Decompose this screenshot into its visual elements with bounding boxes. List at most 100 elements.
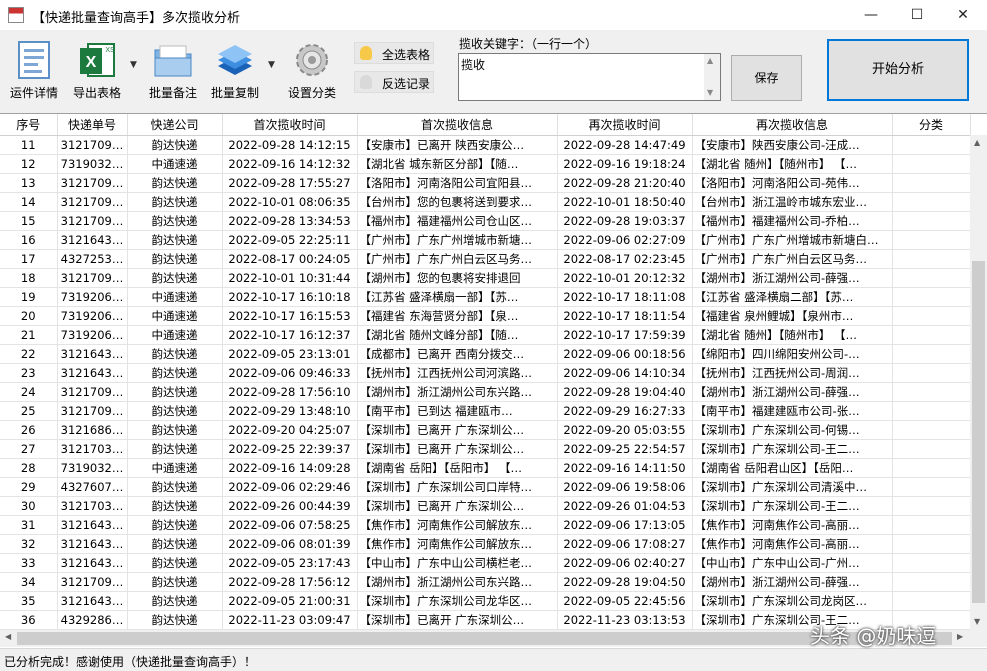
- scroll-corner: [970, 630, 987, 647]
- table-cell: 2022-10-01 08:06:35: [222, 192, 358, 212]
- remark-button[interactable]: 批量备注: [144, 38, 202, 104]
- table-cell: 35: [0, 591, 58, 611]
- table-cell: 【深圳市】已离开 广东深圳公…: [357, 496, 558, 516]
- title-bar: 【快递批量查询高手】多次揽收分析 — ☐ ✕: [0, 0, 987, 30]
- maximize-button[interactable]: ☐: [894, 0, 940, 30]
- scroll-down-icon[interactable]: ▼: [707, 88, 713, 97]
- table-cell: 【广州市】广东广州增城市新塘…: [357, 230, 558, 250]
- table-row[interactable]: 29 4327607… 韵达快递 2022-09-06 02:29:46 【深圳市】广东…: [0, 477, 971, 497]
- table-row[interactable]: 20 7319206… 中通速递 2022-10-17 16:15:53 【福建省 东海…: [0, 306, 971, 326]
- table-row[interactable]: 23 3121643… 韵达快递 2022-09-06 09:46:33 【抚州市】江西…: [0, 363, 971, 383]
- table-row[interactable]: 21 7319206… 中通速递 2022-10-17 16:12:37 【湖北省 随州…: [0, 325, 971, 345]
- category-label: 设置分类: [287, 86, 336, 100]
- table-row[interactable]: 25 3121709… 韵达快递 2022-09-29 13:48:10 【南平市】已到…: [0, 401, 971, 421]
- table-row[interactable]: 12 7319032… 中通速递 2022-09-16 14:12:32 【湖北省 城东…: [0, 154, 971, 174]
- export-button[interactable]: X XS 导出表格: [66, 38, 128, 104]
- table-row[interactable]: 35 3121643… 韵达快递 2022-09-05 21:00:31 【深圳市】广东…: [0, 591, 971, 611]
- column-header[interactable]: 再次揽收信息: [692, 114, 893, 136]
- table-row[interactable]: 11 3121709… 韵达快递 2022-09-28 14:12:15 【安康市】已离…: [0, 135, 971, 155]
- table-row[interactable]: 31 3121643… 韵达快递 2022-09-06 07:58:25 【焦作市】河南…: [0, 515, 971, 535]
- copy-button[interactable]: 批量复制: [206, 38, 264, 104]
- table-row[interactable]: 13 3121709… 韵达快递 2022-09-28 17:55:27 【洛阳市】河南…: [0, 173, 971, 193]
- table-cell: 28: [0, 458, 58, 478]
- table-cell: 【深圳市】广东深圳公司龙岗区…: [692, 591, 893, 611]
- table-cell: 2022-09-05 22:25:11: [222, 230, 358, 250]
- column-header[interactable]: 首次揽收信息: [357, 114, 558, 136]
- table-cell: 【深圳市】广东深圳公司-王二…: [692, 496, 893, 516]
- table-cell: [892, 173, 971, 193]
- table-row[interactable]: 19 7319206… 中通速递 2022-10-17 16:10:18 【江苏省 盛泽…: [0, 287, 971, 307]
- scroll-down-icon[interactable]: ▼: [974, 617, 980, 626]
- column-header[interactable]: 首次揽收时间: [222, 114, 358, 136]
- start-analysis-button[interactable]: 开始分析: [827, 39, 969, 101]
- table-cell: 韵达快递: [127, 515, 223, 535]
- table-row[interactable]: 16 3121643… 韵达快递 2022-09-05 22:25:11 【广州市】广东…: [0, 230, 971, 250]
- table-cell: [892, 363, 971, 383]
- table-row[interactable]: 14 3121709… 韵达快递 2022-10-01 08:06:35 【台州市】您的…: [0, 192, 971, 212]
- table-cell: 2022-09-06 02:27:09: [557, 230, 693, 250]
- table-row[interactable]: 22 3121643… 韵达快递 2022-09-05 23:13:01 【成都市】已离…: [0, 344, 971, 364]
- detail-button[interactable]: 运件详情: [6, 38, 62, 104]
- keyword-textarea[interactable]: 揽收 ▲ ▼: [458, 53, 721, 101]
- table-cell: 36: [0, 610, 58, 630]
- table-cell: [892, 344, 971, 364]
- table-row[interactable]: 26 3121686… 韵达快递 2022-09-20 04:25:07 【深圳市】已离…: [0, 420, 971, 440]
- table-cell: 韵达快递: [127, 382, 223, 402]
- table-cell: 【湖州市】您的包裹将安排退回: [357, 268, 558, 288]
- column-header[interactable]: 快递公司: [127, 114, 223, 136]
- column-header[interactable]: 快递单号: [57, 114, 128, 136]
- scroll-up-icon[interactable]: ▲: [974, 138, 980, 147]
- table-cell: 2022-09-16 14:12:32: [222, 154, 358, 174]
- table-cell: 31: [0, 515, 58, 535]
- table-row[interactable]: 27 3121703… 韵达快递 2022-09-25 22:39:37 【深圳市】已离…: [0, 439, 971, 459]
- scroll-left-icon[interactable]: ◀: [5, 632, 11, 641]
- export-dropdown-icon[interactable]: ▼: [130, 60, 137, 70]
- table-row[interactable]: 34 3121709… 韵达快递 2022-09-28 17:56:12 【湖州市】浙江…: [0, 572, 971, 592]
- table-cell: 4329286…: [57, 610, 128, 630]
- table-cell: 中通速递: [127, 287, 223, 307]
- vertical-scrollbar[interactable]: ▲ ▼: [970, 135, 987, 630]
- vertical-scroll-thumb[interactable]: [972, 261, 985, 603]
- table-cell: 【福州市】福建福州公司仓山区…: [357, 211, 558, 231]
- table-cell: 26: [0, 420, 58, 440]
- table-cell: 【南平市】已到达 福建瓯市…: [357, 401, 558, 421]
- bulb-icon: [360, 75, 372, 89]
- table-cell: [892, 154, 971, 174]
- close-button[interactable]: ✕: [940, 0, 986, 30]
- invert-selection-button[interactable]: 反选记录: [354, 71, 434, 93]
- data-grid[interactable]: 序号 快递单号 快递公司 首次揽收时间 首次揽收信息 再次揽收时间 再次揽收信息 分类 11 3…: [0, 113, 987, 648]
- column-header[interactable]: 序号: [0, 114, 58, 136]
- column-header[interactable]: 分类: [892, 114, 971, 136]
- table-row[interactable]: 24 3121709… 韵达快递 2022-09-28 17:56:10 【湖州市】浙江…: [0, 382, 971, 402]
- table-row[interactable]: 33 3121643… 韵达快递 2022-09-05 23:17:43 【中山市】广东…: [0, 553, 971, 573]
- table-cell: [892, 439, 971, 459]
- table-row[interactable]: 15 3121709… 韵达快递 2022-09-28 13:34:53 【福州市】福建…: [0, 211, 971, 231]
- scroll-right-icon[interactable]: ▶: [957, 632, 963, 641]
- table-row[interactable]: 18 3121709… 韵达快递 2022-10-01 10:31:44 【湖州市】您的…: [0, 268, 971, 288]
- category-button[interactable]: 设置分类: [284, 38, 340, 104]
- table-cell: 【南平市】福建建瓯市公司-张…: [692, 401, 893, 421]
- table-cell: 3121709…: [57, 401, 128, 421]
- table-cell: [892, 496, 971, 516]
- minimize-button[interactable]: —: [848, 0, 894, 30]
- table-row[interactable]: 28 7319032… 中通速递 2022-09-16 14:09:28 【湖南省 岳阳…: [0, 458, 971, 478]
- column-header[interactable]: 再次揽收时间: [557, 114, 693, 136]
- table-cell: 2022-10-17 16:10:18: [222, 287, 358, 307]
- table-cell: 30: [0, 496, 58, 516]
- table-row[interactable]: 17 4327253… 韵达快递 2022-08-17 00:24:05 【广州市】广东…: [0, 249, 971, 269]
- table-cell: 【福建省 泉州鲤城】【泉州市…: [692, 306, 893, 326]
- table-cell: 33: [0, 553, 58, 573]
- copy-dropdown-icon[interactable]: ▼: [268, 60, 275, 70]
- table-row[interactable]: 30 3121703… 韵达快递 2022-09-26 00:44:39 【深圳市】已离…: [0, 496, 971, 516]
- table-cell: [892, 135, 971, 155]
- keyword-scrollbar[interactable]: ▲ ▼: [704, 54, 720, 100]
- scroll-up-icon[interactable]: ▲: [707, 56, 713, 65]
- table-cell: 2022-09-28 19:03:37: [557, 211, 693, 231]
- table-cell: 2022-09-28 17:56:10: [222, 382, 358, 402]
- table-row[interactable]: 32 3121643… 韵达快递 2022-09-06 08:01:39 【焦作市】河南…: [0, 534, 971, 554]
- save-button[interactable]: 保存: [731, 55, 802, 101]
- select-all-button[interactable]: 全选表格: [354, 42, 434, 64]
- copy-label: 批量复制: [210, 86, 259, 100]
- table-cell: 【湖北省 随州】【随州市】 【…: [692, 154, 893, 174]
- table-cell: 4327253…: [57, 249, 128, 269]
